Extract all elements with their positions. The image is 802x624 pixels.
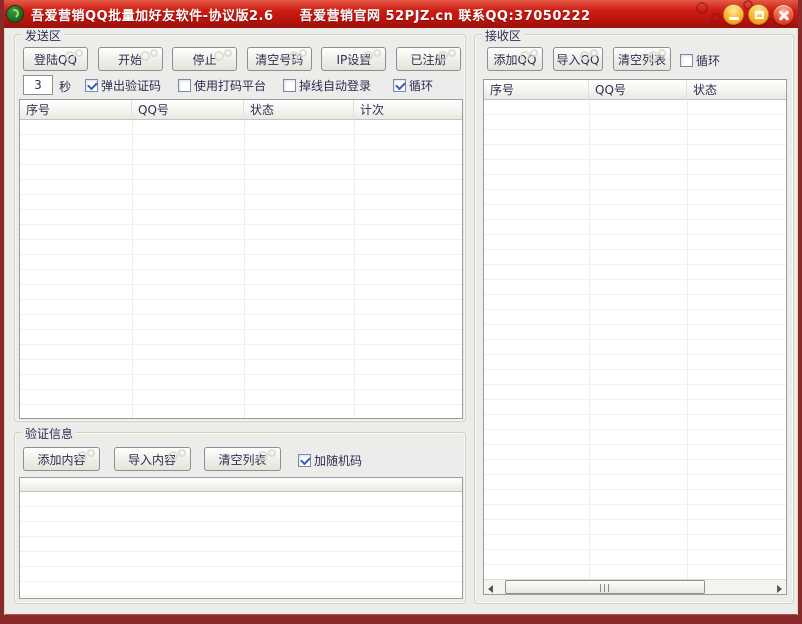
app-window: 吾爱营销QQ批量加好友软件-协议版2.6 吾爱营销官网 52PJZ.cn 联系Q… bbox=[0, 0, 802, 624]
maximize-button[interactable] bbox=[748, 4, 769, 25]
column-header-qq[interactable]: QQ号 bbox=[132, 100, 244, 120]
scrollbar-thumb[interactable] bbox=[505, 580, 705, 594]
column-header-count[interactable]: 计次 bbox=[354, 100, 462, 120]
checkbox-box-icon bbox=[393, 79, 406, 92]
window-controls bbox=[723, 4, 796, 25]
minimize-button[interactable] bbox=[723, 4, 744, 25]
receive-area-label: 接收区 bbox=[482, 27, 524, 44]
import-content-button[interactable]: 导入内容 bbox=[114, 447, 191, 471]
add-qq-button[interactable]: 添加QQ bbox=[487, 47, 543, 71]
column-header-index[interactable]: 序号 bbox=[484, 80, 589, 100]
scrollbar-grip-icon bbox=[600, 584, 610, 592]
checkbox-label: 循环 bbox=[696, 52, 720, 69]
verify-list-header[interactable] bbox=[20, 478, 462, 492]
auto-relogin-checkbox[interactable]: 掉线自动登录 bbox=[283, 77, 371, 94]
app-icon bbox=[6, 5, 24, 23]
verify-info-group: 验证信息 添加内容 导入内容 清空列表 加随机码 bbox=[14, 432, 466, 604]
window-subtitle: 吾爱营销官网 52PJZ.cn 联系QQ:37050222 bbox=[300, 5, 591, 24]
column-header-qq[interactable]: QQ号 bbox=[589, 80, 687, 100]
checkbox-box-icon bbox=[85, 79, 98, 92]
send-button-row: 登陆QQ 开始 停止 清空号码 IP设置 已注册 bbox=[23, 47, 461, 71]
column-header-index[interactable]: 序号 bbox=[20, 100, 132, 120]
interval-seconds-input[interactable] bbox=[23, 75, 53, 95]
stop-button[interactable]: 停止 bbox=[172, 47, 237, 71]
login-qq-button[interactable]: 登陆QQ bbox=[23, 47, 88, 71]
checkbox-label: 使用打码平台 bbox=[194, 77, 266, 94]
checkbox-box-icon bbox=[680, 54, 693, 67]
send-table-header: 序号 QQ号 状态 计次 bbox=[20, 100, 462, 120]
receive-table-header: 序号 QQ号 状态 bbox=[484, 80, 786, 100]
add-content-button[interactable]: 添加内容 bbox=[23, 447, 100, 471]
verify-message-list bbox=[19, 477, 463, 599]
interval-unit-label: 秒 bbox=[59, 78, 71, 95]
horizontal-scrollbar bbox=[484, 579, 786, 594]
loop-checkbox-send[interactable]: 循环 bbox=[393, 77, 433, 94]
import-qq-button[interactable]: 导入QQ bbox=[553, 47, 603, 71]
scrollbar-track[interactable] bbox=[499, 580, 771, 594]
maximize-icon bbox=[755, 11, 764, 19]
swoosh-arrow-icon bbox=[9, 8, 21, 20]
scroll-left-arrow-icon[interactable] bbox=[484, 580, 499, 594]
receive-table-body[interactable] bbox=[484, 100, 786, 579]
verify-button-row: 添加内容 导入内容 清空列表 bbox=[23, 447, 281, 471]
receive-qq-table: 序号 QQ号 状态 bbox=[483, 79, 787, 595]
send-qq-table: 序号 QQ号 状态 计次 bbox=[19, 99, 463, 419]
window-title: 吾爱营销QQ批量加好友软件-协议版2.6 bbox=[31, 5, 274, 24]
checkbox-box-icon bbox=[178, 79, 191, 92]
checkbox-label: 掉线自动登录 bbox=[299, 77, 371, 94]
close-button[interactable] bbox=[773, 4, 794, 25]
registered-button[interactable]: 已注册 bbox=[396, 47, 461, 71]
receive-button-row: 添加QQ 导入QQ 清空列表 bbox=[487, 47, 671, 71]
minimize-icon bbox=[729, 17, 739, 20]
send-area-label: 发送区 bbox=[22, 27, 64, 44]
checkbox-box-icon bbox=[298, 454, 311, 467]
send-table-body[interactable] bbox=[20, 120, 462, 418]
random-code-checkbox[interactable]: 加随机码 bbox=[298, 452, 362, 469]
verify-list-body[interactable] bbox=[20, 492, 462, 598]
start-button[interactable]: 开始 bbox=[98, 47, 163, 71]
ip-settings-button[interactable]: IP设置 bbox=[321, 47, 386, 71]
receive-area-group: 接收区 添加QQ 导入QQ 清空列表 循环 序号 QQ号 状态 bbox=[474, 34, 794, 604]
checkbox-label: 循环 bbox=[409, 77, 433, 94]
titlebar[interactable]: 吾爱营销QQ批量加好友软件-协议版2.6 吾爱营销官网 52PJZ.cn 联系Q… bbox=[0, 0, 802, 28]
checkbox-label: 弹出验证码 bbox=[101, 77, 161, 94]
checkbox-label: 加随机码 bbox=[314, 452, 362, 469]
column-header-status[interactable]: 状态 bbox=[687, 80, 786, 100]
clear-numbers-button[interactable]: 清空号码 bbox=[247, 47, 312, 71]
captcha-platform-checkbox[interactable]: 使用打码平台 bbox=[178, 77, 266, 94]
column-header-status[interactable]: 状态 bbox=[244, 100, 354, 120]
send-area-group: 发送区 登陆QQ 开始 停止 清空号码 IP设置 已注册 秒 弹出验证码 使用打… bbox=[14, 34, 466, 422]
clear-list-button-receive[interactable]: 清空列表 bbox=[613, 47, 671, 71]
popup-captcha-checkbox[interactable]: 弹出验证码 bbox=[85, 77, 161, 94]
scroll-right-arrow-icon[interactable] bbox=[771, 580, 786, 594]
checkbox-box-icon bbox=[283, 79, 296, 92]
loop-checkbox-receive[interactable]: 循环 bbox=[680, 52, 720, 69]
verify-info-label: 验证信息 bbox=[22, 425, 76, 442]
clear-list-button-verify[interactable]: 清空列表 bbox=[204, 447, 281, 471]
